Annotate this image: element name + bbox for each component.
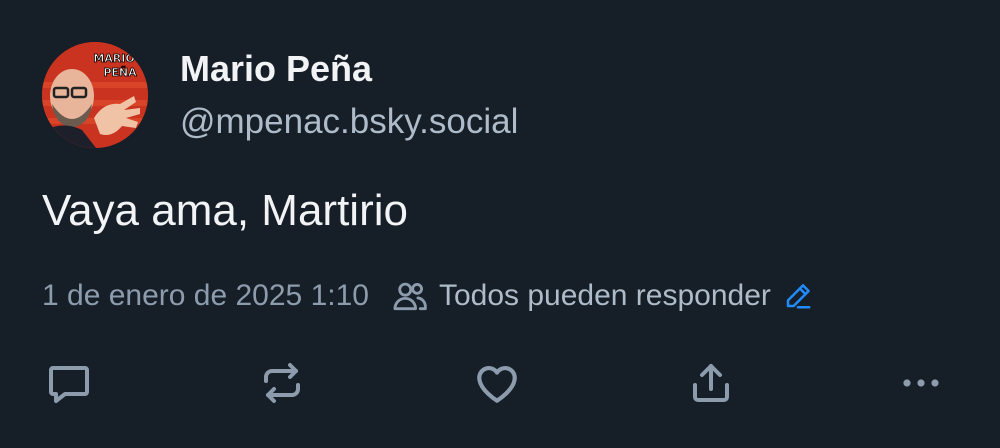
post-action-bar [0,358,1000,408]
post: MARIO PEÑA Mario Peña @mpenac.bsky.socia… [0,0,1000,448]
avatar-image: MARIO PEÑA [42,42,148,148]
speech-bubble-icon [45,359,93,407]
svg-text:PEÑA: PEÑA [103,66,137,79]
more-dots-icon [897,359,945,407]
reply-setting-label: Todos pueden responder [438,279,771,312]
repost-button[interactable] [257,358,307,408]
like-button[interactable] [472,358,522,408]
post-text: Vaya ama, Martirio [42,186,408,235]
author-display-name[interactable]: Mario Peña [180,48,372,90]
avatar[interactable]: MARIO PEÑA [42,42,148,148]
more-options-button[interactable] [896,358,946,408]
repost-icon [258,359,306,407]
people-icon [391,277,429,315]
post-timestamp: 1 de enero de 2025 1:10 [42,279,369,312]
reply-button[interactable] [44,358,94,408]
post-meta: 1 de enero de 2025 1:10 Todos pueden res… [42,276,813,316]
share-button[interactable] [686,358,736,408]
heart-icon [472,358,522,408]
svg-text:MARIO: MARIO [93,52,134,65]
pencil-icon[interactable] [783,281,813,311]
share-icon [687,359,735,407]
author-handle[interactable]: @mpenac.bsky.social [180,102,518,142]
